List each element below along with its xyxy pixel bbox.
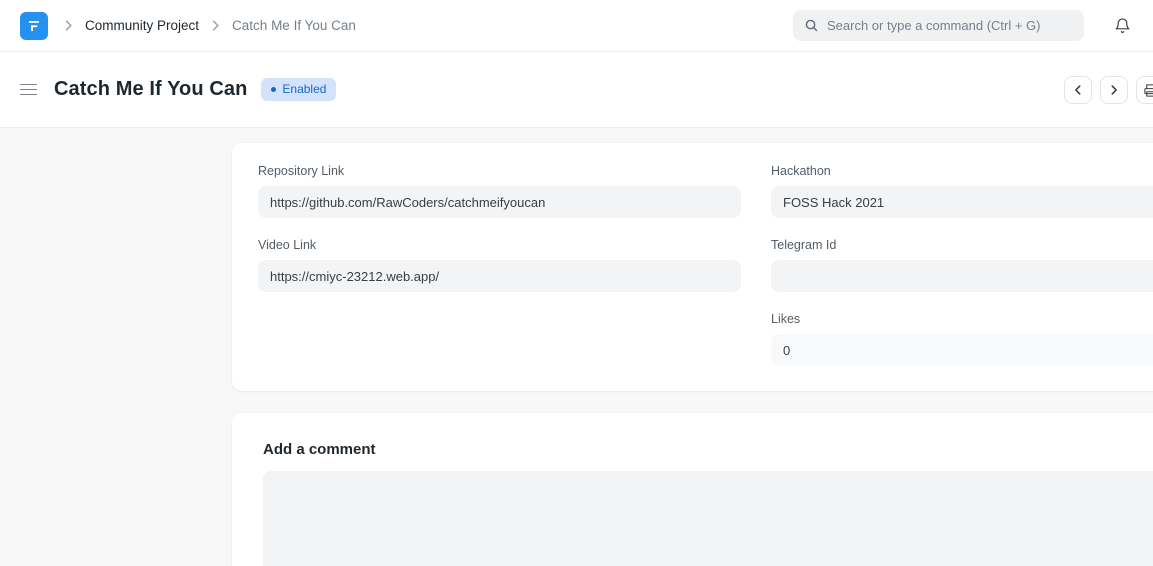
- top-navbar: Community Project Catch Me If You Can: [0, 0, 1153, 52]
- previous-document-button[interactable]: [1064, 76, 1092, 104]
- likes-input[interactable]: [771, 334, 1153, 366]
- video-link-label: Video Link: [258, 238, 741, 253]
- comments-card: Add a comment: [232, 413, 1153, 566]
- page-header: Catch Me If You Can Enabled: [0, 52, 1153, 128]
- project-details-card: Repository Link Video Link Hackathon Tel…: [232, 143, 1153, 391]
- frappe-f-icon: [26, 18, 42, 34]
- status-badge-label: Enabled: [282, 82, 326, 96]
- notifications-button[interactable]: [1112, 15, 1133, 37]
- hackathon-input[interactable]: [771, 186, 1153, 218]
- status-badge: Enabled: [261, 78, 336, 101]
- print-button[interactable]: [1136, 76, 1153, 104]
- video-link-field-group: Video Link: [258, 238, 741, 292]
- hamburger-icon: [20, 84, 37, 86]
- breadcrumb-chevron-icon: [61, 18, 76, 33]
- breadcrumb-current-doc[interactable]: Catch Me If You Can: [232, 18, 356, 33]
- status-dot-icon: [271, 87, 276, 92]
- add-comment-heading: Add a comment: [263, 441, 1153, 458]
- search-input[interactable]: [793, 10, 1084, 41]
- form-column-left: Repository Link Video Link: [258, 164, 741, 386]
- chevron-right-icon: [1107, 83, 1121, 97]
- frappe-logo[interactable]: [20, 12, 48, 40]
- repository-link-input[interactable]: [258, 186, 741, 218]
- printer-icon: [1143, 83, 1153, 98]
- likes-field-group: Likes: [771, 312, 1153, 366]
- repository-link-label: Repository Link: [258, 164, 741, 179]
- hackathon-label: Hackathon: [771, 164, 1153, 179]
- likes-label: Likes: [771, 312, 1153, 327]
- repository-link-field-group: Repository Link: [258, 164, 741, 218]
- form-column-right: Hackathon Telegram Id Likes: [771, 164, 1153, 386]
- chevron-left-icon: [1071, 83, 1085, 97]
- breadcrumb-chevron-icon: [208, 18, 223, 33]
- telegram-id-field-group: Telegram Id: [771, 238, 1153, 292]
- telegram-id-input[interactable]: [771, 260, 1153, 292]
- telegram-id-label: Telegram Id: [771, 238, 1153, 253]
- breadcrumb-community-project[interactable]: Community Project: [85, 18, 199, 33]
- document-nav-actions: [1064, 76, 1153, 104]
- global-search: [793, 10, 1084, 41]
- next-document-button[interactable]: [1100, 76, 1128, 104]
- bell-icon: [1114, 17, 1131, 35]
- video-link-input[interactable]: [258, 260, 741, 292]
- hackathon-field-group: Hackathon: [771, 164, 1153, 218]
- comment-input[interactable]: [263, 471, 1153, 566]
- app-window: Community Project Catch Me If You Can Ca…: [0, 0, 1153, 566]
- page-title: Catch Me If You Can: [54, 78, 247, 101]
- sidebar-toggle-button[interactable]: [20, 80, 44, 100]
